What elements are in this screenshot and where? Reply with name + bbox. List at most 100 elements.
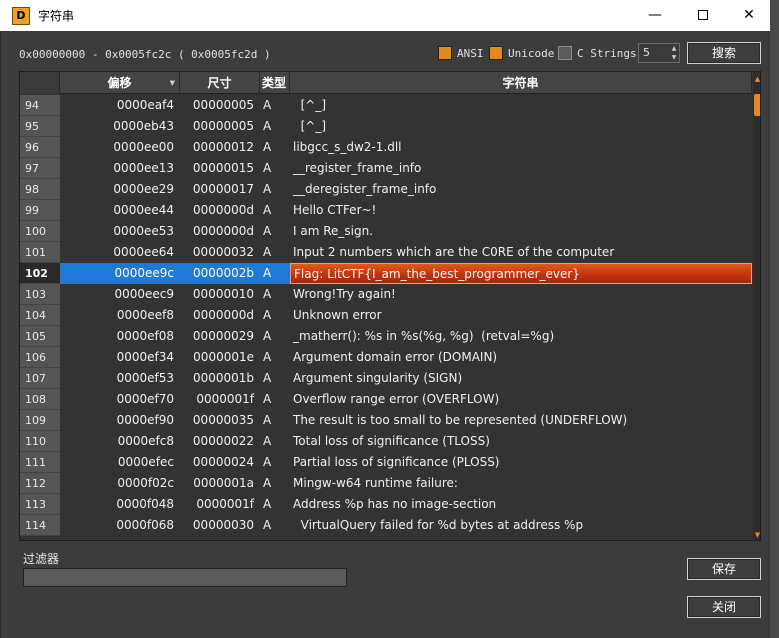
min-length-value[interactable]: 5 bbox=[639, 44, 669, 62]
table-row[interactable]: 101 0000ee64 00000032 A Input 2 numbers whic… bbox=[20, 242, 752, 263]
row-offset: 0000efec bbox=[117, 455, 174, 469]
table-row[interactable]: 112 0000f02c 0000001a A Mingw-w64 runtime fa… bbox=[20, 473, 752, 494]
row-index: 114 bbox=[20, 515, 60, 536]
ansi-label: ANSI bbox=[457, 46, 484, 60]
row-offset: 0000ee53 bbox=[113, 224, 174, 238]
row-size: 00000017 bbox=[192, 182, 254, 196]
column-header-index[interactable] bbox=[20, 72, 60, 94]
column-header-offset[interactable]: 偏移 ▼ bbox=[60, 72, 180, 94]
table-row[interactable]: 95 0000eb43 00000005 A [^_] bbox=[20, 116, 752, 137]
row-type: A bbox=[260, 263, 290, 284]
table-row[interactable]: 109 0000ef90 00000035 A The result is too sm… bbox=[20, 410, 752, 431]
unicode-checkbox[interactable] bbox=[489, 46, 503, 60]
table-row[interactable]: 104 0000eef8 0000000d A Unknown error bbox=[20, 305, 752, 326]
table-row[interactable]: 94 0000eaf4 00000005 A [^_] bbox=[20, 95, 752, 116]
row-index: 112 bbox=[20, 473, 60, 494]
row-type: A bbox=[263, 161, 272, 175]
c-strings-option[interactable]: C Strings bbox=[558, 45, 637, 61]
row-index: 110 bbox=[20, 431, 60, 452]
row-size: 00000012 bbox=[192, 140, 254, 154]
row-type: A bbox=[263, 287, 272, 301]
filter-label: 过滤器 bbox=[23, 552, 60, 566]
spin-down-icon[interactable]: ▼ bbox=[669, 53, 679, 62]
row-index: 104 bbox=[20, 305, 60, 326]
close-window-button[interactable]: ✕ bbox=[726, 0, 772, 31]
maximize-button[interactable] bbox=[680, 0, 726, 31]
scroll-thumb[interactable] bbox=[754, 94, 760, 116]
search-button[interactable]: 搜索 bbox=[687, 42, 761, 64]
ansi-checkbox[interactable] bbox=[438, 46, 452, 60]
column-header-string[interactable]: 字符串 bbox=[290, 72, 752, 94]
row-index: 111 bbox=[20, 452, 60, 473]
unicode-option[interactable]: Unicode bbox=[489, 45, 554, 61]
row-string: __register_frame_info bbox=[293, 161, 422, 175]
row-offset: 0000f068 bbox=[116, 518, 174, 532]
row-offset: 0000ee64 bbox=[113, 245, 174, 259]
row-type: A bbox=[263, 119, 272, 133]
row-type: A bbox=[263, 224, 272, 238]
window-title: 字符串 bbox=[38, 9, 75, 23]
row-index: 107 bbox=[20, 368, 60, 389]
c-strings-checkbox[interactable] bbox=[558, 46, 572, 60]
table-row[interactable]: 97 0000ee13 00000015 A __register_frame_info bbox=[20, 158, 752, 179]
close-button[interactable]: 关闭 bbox=[687, 596, 761, 618]
row-offset: 0000ee00 bbox=[113, 140, 174, 154]
table-row[interactable]: 108 0000ef70 0000001f A Overflow range error… bbox=[20, 389, 752, 410]
row-size: 0000000d bbox=[192, 203, 254, 217]
table-row[interactable]: 103 0000eec9 00000010 A Wrong!Try again! bbox=[20, 284, 752, 305]
address-range: 0x00000000 - 0x0005fc2c ( 0x0005fc2d ) bbox=[19, 48, 271, 61]
strings-table[interactable]: 偏移 ▼ 尺寸 类型 字符串 94 0000eaf4 00000005 A [^_] 9… bbox=[19, 71, 761, 541]
row-size: 00000005 bbox=[192, 119, 254, 133]
row-string: Partial loss of significance (PLOSS) bbox=[293, 455, 500, 469]
column-header-type[interactable]: 类型 bbox=[260, 72, 290, 94]
column-header-size[interactable]: 尺寸 bbox=[180, 72, 260, 94]
row-offset: 0000f02c bbox=[117, 476, 174, 490]
scroll-down-icon[interactable]: ▼ bbox=[753, 530, 760, 540]
row-string: Mingw-w64 runtime failure: bbox=[293, 476, 458, 490]
table-row[interactable]: 96 0000ee00 00000012 Alibgcc_s_dw2-1.dll bbox=[20, 137, 752, 158]
row-index: 95 bbox=[20, 116, 60, 137]
row-type: A bbox=[263, 308, 272, 322]
row-size: 00000022 bbox=[192, 434, 254, 448]
ansi-option[interactable]: ANSI bbox=[438, 45, 484, 61]
table-row[interactable]: 98 0000ee29 00000017 A __deregister_frame_in… bbox=[20, 179, 752, 200]
row-string: Hello CTFer~! bbox=[293, 203, 377, 217]
table-row[interactable]: 107 0000ef53 0000001b A Argument singularity… bbox=[20, 368, 752, 389]
row-string: _matherr(): %s in %s(%g, %g) (retval=%g) bbox=[293, 329, 555, 343]
minimize-button[interactable]: — bbox=[632, 0, 678, 31]
row-offset: 0000ee44 bbox=[113, 203, 174, 217]
table-row[interactable]: 99 0000ee44 0000000d A Hello CTFer~! bbox=[20, 200, 752, 221]
row-offset: 0000eb43 bbox=[113, 119, 174, 133]
row-offset: 0000ef53 bbox=[116, 371, 174, 385]
row-index: 99 bbox=[20, 200, 60, 221]
table-row[interactable]: 105 0000ef08 00000029 A _matherr(): %s in %s… bbox=[20, 326, 752, 347]
row-size: 00000030 bbox=[192, 518, 254, 532]
row-size: 00000024 bbox=[192, 455, 254, 469]
filter-input[interactable] bbox=[23, 568, 347, 587]
background-app-edge bbox=[770, 0, 779, 638]
row-index: 98 bbox=[20, 179, 60, 200]
table-row[interactable]: 110 0000efc8 00000022 A Total loss of signif… bbox=[20, 431, 752, 452]
row-index: 106 bbox=[20, 347, 60, 368]
row-index: 102 bbox=[20, 263, 60, 284]
row-string: [^_] bbox=[293, 98, 327, 112]
table-row[interactable]: 113 0000f048 0000001f A Address %p has no im… bbox=[20, 494, 752, 515]
min-length-spinner[interactable]: 5 ▲ ▼ bbox=[638, 43, 680, 63]
table-row[interactable]: 102 0000ee9c 0000002b A Flag: LitCTF{I_am_th… bbox=[20, 263, 752, 284]
vertical-scrollbar[interactable]: ▲ ▼ bbox=[753, 72, 760, 540]
save-button[interactable]: 保存 bbox=[687, 558, 761, 580]
scroll-up-icon[interactable]: ▲ bbox=[753, 74, 760, 84]
row-index: 101 bbox=[20, 242, 60, 263]
spin-up-icon[interactable]: ▲ bbox=[669, 44, 679, 53]
table-row[interactable]: 114 0000f068 00000030 A VirtualQuery failed… bbox=[20, 515, 752, 536]
row-type: A bbox=[263, 182, 272, 196]
table-row[interactable]: 100 0000ee53 0000000d A I am Re_sign. bbox=[20, 221, 752, 242]
row-type: A bbox=[263, 245, 272, 259]
row-string: __deregister_frame_info bbox=[293, 182, 437, 196]
row-size: 0000000d bbox=[192, 224, 254, 238]
row-string: I am Re_sign. bbox=[293, 224, 374, 238]
row-index: 103 bbox=[20, 284, 60, 305]
row-string: Argument singularity (SIGN) bbox=[293, 371, 463, 385]
table-row[interactable]: 106 0000ef34 0000001e A Argument domain erro… bbox=[20, 347, 752, 368]
table-row[interactable]: 111 0000efec 00000024 A Partial loss of sign… bbox=[20, 452, 752, 473]
